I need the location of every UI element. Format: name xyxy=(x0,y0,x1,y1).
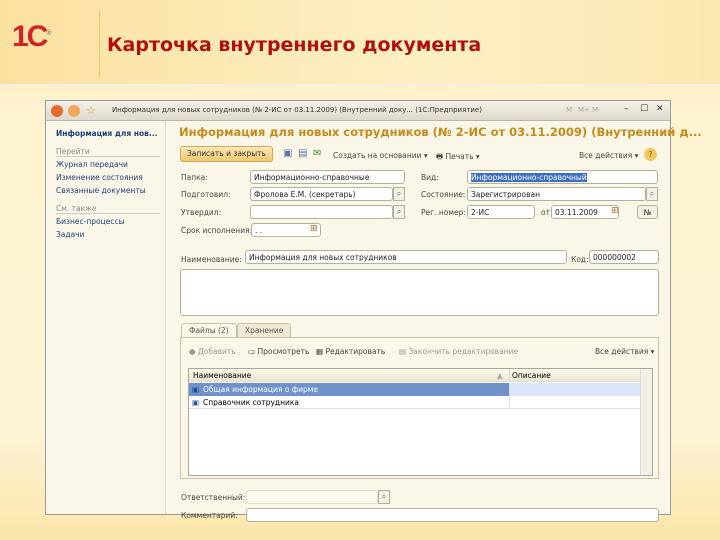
table-row[interactable]: ▣ Справочник сотрудника xyxy=(189,396,641,409)
print-label: Печать ▾ xyxy=(445,152,480,161)
tab-storage[interactable]: Хранение xyxy=(237,323,292,337)
prepared-label: Подготовил: xyxy=(181,190,231,199)
number-button[interactable]: № xyxy=(637,205,658,219)
file-name: Общая информация о фирме xyxy=(203,385,319,394)
calendar-icon[interactable]: ⊞ xyxy=(310,224,318,234)
mem-mplus[interactable]: M+ xyxy=(578,106,590,114)
from-label: от xyxy=(541,208,550,217)
state-label: Состояние: xyxy=(421,190,466,199)
nav-section-go: Перейти xyxy=(56,147,160,157)
tab-files[interactable]: Файлы (2) xyxy=(181,323,237,337)
table-header: Наименование ▲ Описание xyxy=(189,369,641,382)
file-name: Справочник сотрудника xyxy=(203,398,299,407)
divider xyxy=(99,10,100,78)
date-field[interactable]: 03.11.2009 xyxy=(551,205,619,219)
nav-panel: Информация для нов... Перейти Журнал пер… xyxy=(46,121,166,514)
create-based-on-menu[interactable]: Создать на основании ▾ xyxy=(333,151,428,160)
title-bar: ☆ Информация для новых сотрудников (№ 2-… xyxy=(46,101,670,121)
form-heading: Информация для новых сотрудников (№ 2-ИС… xyxy=(179,125,702,139)
responsible-label: Ответственный: xyxy=(181,493,246,502)
maximize-icon[interactable]: ☐ xyxy=(640,104,648,114)
prepared-field[interactable]: Фролова Е.М. (секретарь) xyxy=(250,187,393,201)
post-icon[interactable]: ▤ xyxy=(298,148,307,159)
comment-label: Комментарий: xyxy=(181,511,238,520)
kind-value: Информационно-справочный xyxy=(471,173,587,182)
finish-editing-button[interactable]: ▤ Закончить редактирование xyxy=(399,347,518,356)
file-doc-icon: ▣ xyxy=(192,398,200,407)
nav-header[interactable]: Информация для нов... xyxy=(56,129,157,138)
window-title: Информация для новых сотрудников (№ 2-ИС… xyxy=(112,106,482,114)
files-panel: ● Добавить ▭ Просмотреть ▦ Редактировать… xyxy=(180,337,659,479)
slide-title: Карточка внутреннего документа xyxy=(107,34,482,56)
star-icon[interactable]: ☆ xyxy=(86,104,96,117)
kind-field[interactable]: Информационно-справочный xyxy=(467,170,658,184)
search-icon[interactable]: ⌕ xyxy=(378,490,390,504)
code-field[interactable]: 000000002 xyxy=(589,250,659,264)
print-menu[interactable]: 🖶 Печать ▾ xyxy=(436,151,480,164)
nav-item-related-docs[interactable]: Связанные документы xyxy=(56,186,146,195)
dropdown-icon[interactable] xyxy=(68,105,80,117)
nav-item-transfer-log[interactable]: Журнал передачи xyxy=(56,160,128,169)
calendar-icon[interactable]: ⊞ xyxy=(611,206,619,216)
mem-m[interactable]: M xyxy=(566,106,572,114)
help-icon[interactable]: ? xyxy=(644,148,657,161)
column-description[interactable]: Описание xyxy=(512,371,551,380)
kind-label: Вид: xyxy=(421,173,439,182)
form-area: Информация для новых сотрудников (№ 2-ИС… xyxy=(171,121,702,522)
approved-label: Утвердил: xyxy=(181,208,222,217)
app-menu-icon[interactable] xyxy=(51,105,63,117)
responsible-field[interactable] xyxy=(246,490,378,504)
folder-field[interactable]: Информационно-справочные xyxy=(250,170,405,184)
table-row[interactable]: ▣ Общая информация о фирме xyxy=(189,383,641,396)
app-window: ☆ Информация для новых сотрудников (№ 2-… xyxy=(45,100,702,522)
code-label: Код: xyxy=(571,255,589,264)
save-and-close-button[interactable]: Записать и закрыть xyxy=(180,146,273,162)
send-icon[interactable]: ✉ xyxy=(313,148,321,159)
save-icon[interactable]: ▣ xyxy=(283,148,292,159)
file-doc-icon: ▣ xyxy=(192,385,200,394)
regnum-label: Рег. номер: xyxy=(421,208,466,217)
search-icon[interactable]: ⌕ xyxy=(646,187,658,201)
edit-button[interactable]: ▦ Редактировать xyxy=(316,347,385,356)
nav-item-state-change[interactable]: Изменение состояния xyxy=(56,173,143,182)
regnum-field[interactable]: 2-ИС xyxy=(467,205,535,219)
nav-section-see-also: См. также xyxy=(56,204,160,214)
view-button[interactable]: ▭ Просмотреть xyxy=(248,347,309,356)
column-name[interactable]: Наименование xyxy=(193,371,251,380)
minimize-icon[interactable]: – xyxy=(624,104,629,114)
search-icon[interactable]: ⌕ xyxy=(393,205,405,219)
files-all-actions-menu[interactable]: Все действия ▾ xyxy=(595,347,654,356)
name-field[interactable]: Информация для новых сотрудников xyxy=(245,250,567,264)
add-button[interactable]: ● Добавить xyxy=(189,347,236,356)
close-icon[interactable]: ✕ xyxy=(656,104,664,114)
comment-field[interactable] xyxy=(246,508,659,522)
mem-mminus[interactable]: M- xyxy=(592,106,601,114)
deadline-label: Срок исполнения: xyxy=(181,226,253,235)
approved-field[interactable] xyxy=(250,205,393,219)
search-icon[interactable]: ⌕ xyxy=(393,187,405,201)
folder-label: Папка: xyxy=(181,173,208,182)
1c-logo: 1С® xyxy=(12,20,52,53)
sort-icon: ▲ xyxy=(497,371,503,380)
all-actions-menu[interactable]: Все действия ▾ xyxy=(579,151,638,160)
nav-item-business-processes[interactable]: Бизнес-процессы xyxy=(56,217,125,226)
name-label: Наименование: xyxy=(181,255,242,264)
nav-item-tasks[interactable]: Задачи xyxy=(56,230,85,239)
files-table: Наименование ▲ Описание ▣ Общая информац… xyxy=(188,368,653,476)
scrollbar[interactable] xyxy=(640,369,652,475)
slide-header: 1С® Карточка внутреннего документа xyxy=(0,0,720,86)
state-field[interactable]: Зарегистрирован xyxy=(467,187,646,201)
description-textarea[interactable] xyxy=(180,269,659,316)
